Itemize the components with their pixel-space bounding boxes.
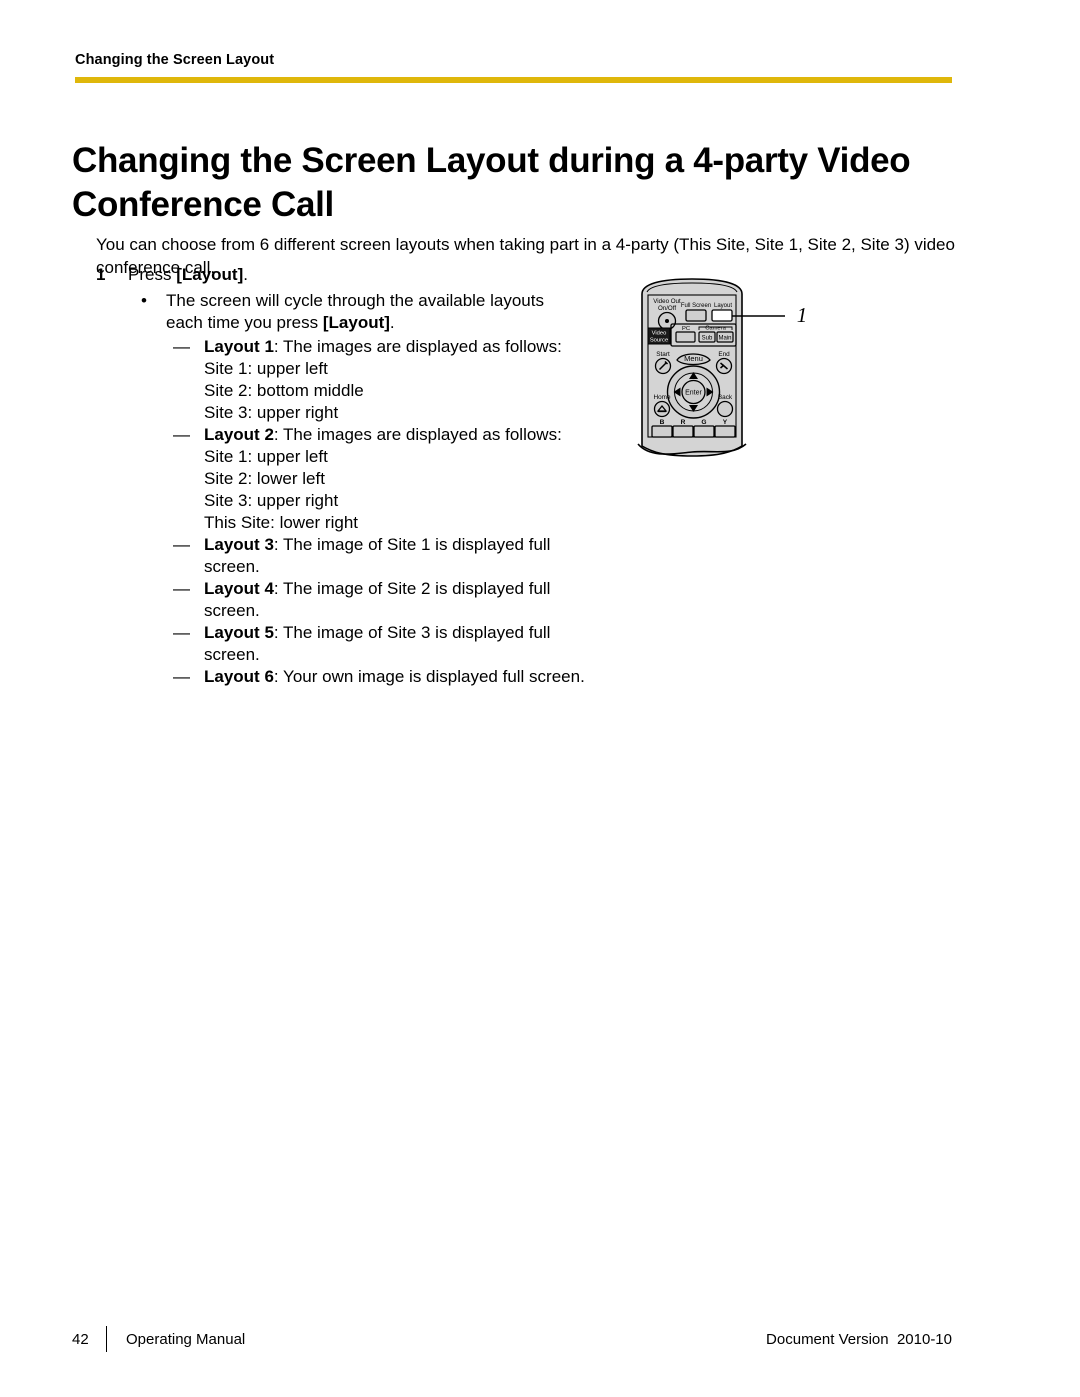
menu-label: Menu [684,354,703,363]
layout-item-1: — Layout 1: The images are displayed as … [173,336,616,358]
dash-marker: — [173,425,190,444]
bullet-marker: • [141,291,147,310]
layout-label: Layout 4 [204,579,274,598]
step-bullets: • The screen will cycle through the avai… [96,290,616,334]
color-b-label: B [660,419,665,426]
enter-label: Enter [685,390,702,397]
layout-item-body: Layout 5: The image of Site 3 is display… [204,622,596,666]
video-source-label-line2: Source [650,338,668,344]
back-label: Back [718,394,733,401]
layout-item-body: Layout 2: The images are displayed as fo… [204,424,596,446]
bullet-text: The screen will cycle through the availa… [166,290,581,334]
end-call-button[interactable] [715,357,733,375]
main-camera-button[interactable]: Main [716,331,734,343]
end-label: End [718,351,730,358]
back-button[interactable] [716,400,734,418]
video-source-label-line1: Video [652,331,667,337]
layout-detail: Site 3: upper right [204,403,339,422]
color-g-label: G [701,419,706,426]
step-text-after: . [243,265,248,284]
video-out-label: Video Out [653,298,681,305]
color-b-button[interactable] [651,425,673,438]
main-label: Main [718,335,731,341]
dash-marker: — [173,623,190,642]
step-text-before: Press [128,265,177,284]
remote-control-illustration: Video Out On/Off Full Screen Layout 1 Vi… [620,276,850,471]
start-label: Start [656,351,670,358]
layout-item-4: — Layout 4: The image of Site 2 is displ… [173,578,616,622]
layout-item-body: Layout 3: The image of Site 1 is display… [204,534,596,578]
bullet-text-part2: . [389,313,395,332]
layout-description: : The images are displayed as follows: [273,425,562,444]
pc-button[interactable] [675,331,696,343]
steps-list: 1 Press [Layout]. • The screen will cycl… [96,264,616,688]
sub-label: Sub [702,335,713,341]
layout-item-2: — Layout 2: The images are displayed as … [173,424,616,446]
start-call-button[interactable] [654,357,672,375]
layout-description: : Your own image is displayed full scree… [273,667,585,686]
home-label: Home [653,394,670,401]
step-1: 1 Press [Layout]. • The screen will cycl… [96,264,616,688]
layout-detail: This Site: lower right [204,513,358,532]
footer-divider [106,1326,107,1352]
dash-marker: — [173,579,190,598]
power-button[interactable] [657,311,677,331]
layout-label: Layout 3 [204,535,274,554]
step-text: Press [Layout]. [128,264,248,286]
full-screen-button[interactable] [685,309,707,322]
bullet-item: • The screen will cycle through the avai… [141,290,616,334]
layout-item-3: — Layout 3: The image of Site 1 is displ… [173,534,616,578]
document-page: Changing the Screen Layout Changing the … [0,0,1080,1397]
step-text-bold: [Layout] [176,265,244,284]
step-number: 1 [96,265,106,284]
home-button[interactable] [653,400,671,418]
dash-marker: — [173,535,190,554]
layout-label: Layout 2 [204,425,274,444]
footer-document-version: Document Version 2010-10 [766,1331,952,1348]
layout-label: Layout 6 [204,667,274,686]
dash-marker: — [173,667,190,686]
layout-detail: Site 1: upper left [204,359,328,378]
header-rule [75,77,952,83]
bullet-text-bold: [Layout] [322,313,390,332]
on-off-label: On/Off [658,305,676,312]
camera-label: Camera [705,326,726,332]
layout-label: Layout [714,303,732,309]
color-r-label: R [681,419,686,426]
layout-item-5: — Layout 5: The image of Site 3 is displ… [173,622,616,666]
layout-item-body: Layout 6: Your own image is displayed fu… [204,666,596,688]
running-header: Changing the Screen Layout [75,52,275,68]
color-y-label: Y [723,419,728,426]
callout-number-1: 1 [797,303,808,327]
menu-button[interactable]: Menu [676,353,711,366]
layout-label: Layout 5 [204,623,274,642]
layout-detail: Site 2: bottom middle [204,381,364,400]
color-y-button[interactable] [714,425,736,438]
full-screen-label: Full Screen [681,303,711,309]
color-r-button[interactable] [672,425,694,438]
color-g-button[interactable] [693,425,715,438]
dash-marker: — [173,337,190,356]
layout-item-body: Layout 1: The images are displayed as fo… [204,336,596,358]
layout-item-6: — Layout 6: Your own image is displayed … [173,666,616,688]
layout-sublist: — Layout 1: The images are displayed as … [96,336,616,688]
layout-detail: Site 2: lower left [204,469,325,488]
step-heading: 1 Press [Layout]. [96,264,616,286]
layout-detail: Site 3: upper right [204,491,339,510]
page-title: Changing the Screen Layout during a 4-pa… [72,141,911,225]
layout-label: Layout 1 [204,337,274,356]
pc-label: PC [682,326,690,332]
footer-manual-name: Operating Manual [126,1331,246,1348]
layout-button[interactable] [711,309,733,322]
layout-description: : The images are displayed as follows: [273,337,562,356]
sub-camera-button[interactable]: Sub [698,331,716,343]
video-source-button[interactable]: Video Source [647,327,671,345]
layout-item-body: Layout 4: The image of Site 2 is display… [204,578,596,622]
footer-page-number: 42 [72,1331,89,1348]
layout-detail: Site 1: upper left [204,447,328,466]
